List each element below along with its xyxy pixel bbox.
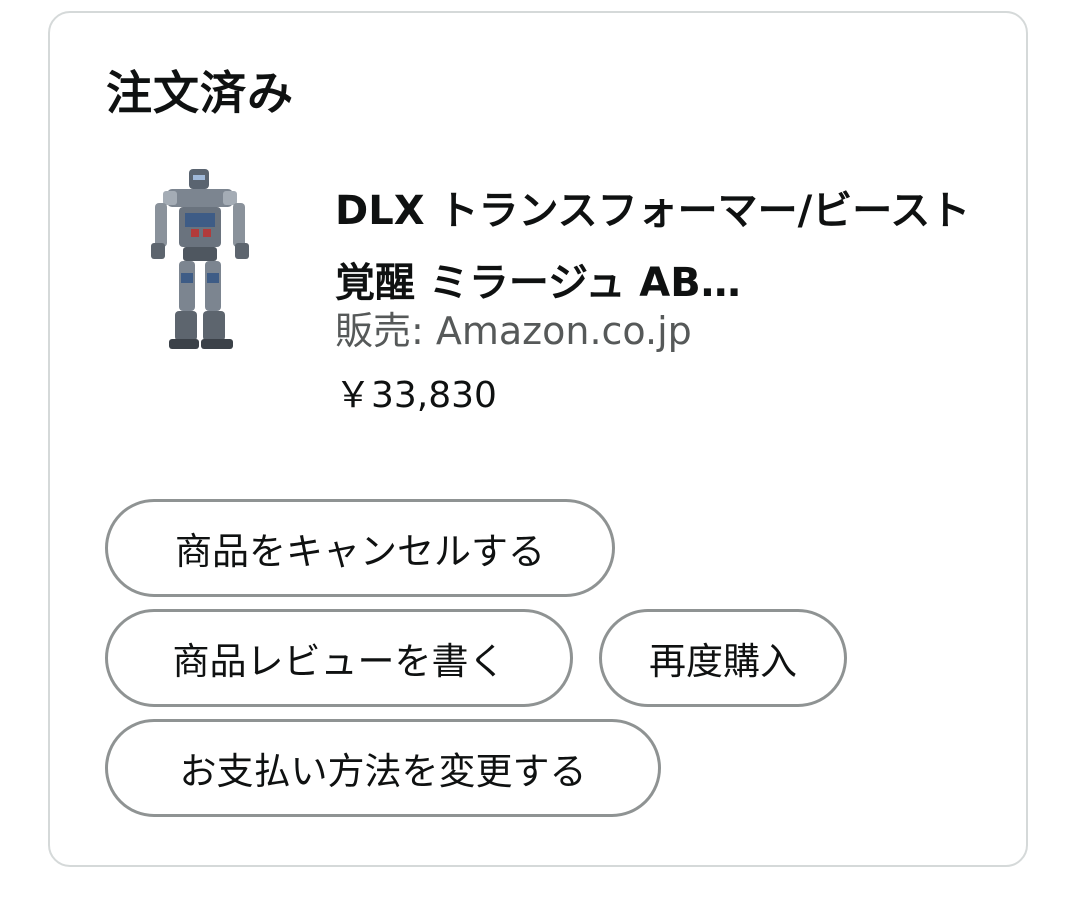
seller-label: 販売: Amazon.co.jp bbox=[335, 309, 692, 353]
order-status-title: 注文済み bbox=[106, 66, 294, 120]
order-card: 注文済み DLX トランスフォーマー/ビースト覚醒 ミラージュ AB… 販売: … bbox=[48, 11, 1028, 867]
write-review-button[interactable]: 商品レビューを書く bbox=[105, 609, 573, 707]
buy-again-button[interactable]: 再度購入 bbox=[599, 609, 847, 707]
robot-figure-icon bbox=[151, 169, 249, 349]
change-payment-button[interactable]: お支払い方法を変更する bbox=[105, 719, 661, 817]
product-image[interactable] bbox=[145, 163, 255, 353]
product-title-link[interactable]: DLX トランスフォーマー/ビースト覚醒 ミラージュ AB… bbox=[335, 175, 975, 319]
product-price: ￥33,830 bbox=[335, 375, 497, 416]
order-actions: 商品をキャンセルする 商品レビューを書く 再度購入 お支払い方法を変更する bbox=[105, 499, 985, 829]
cancel-item-button[interactable]: 商品をキャンセルする bbox=[105, 499, 615, 597]
